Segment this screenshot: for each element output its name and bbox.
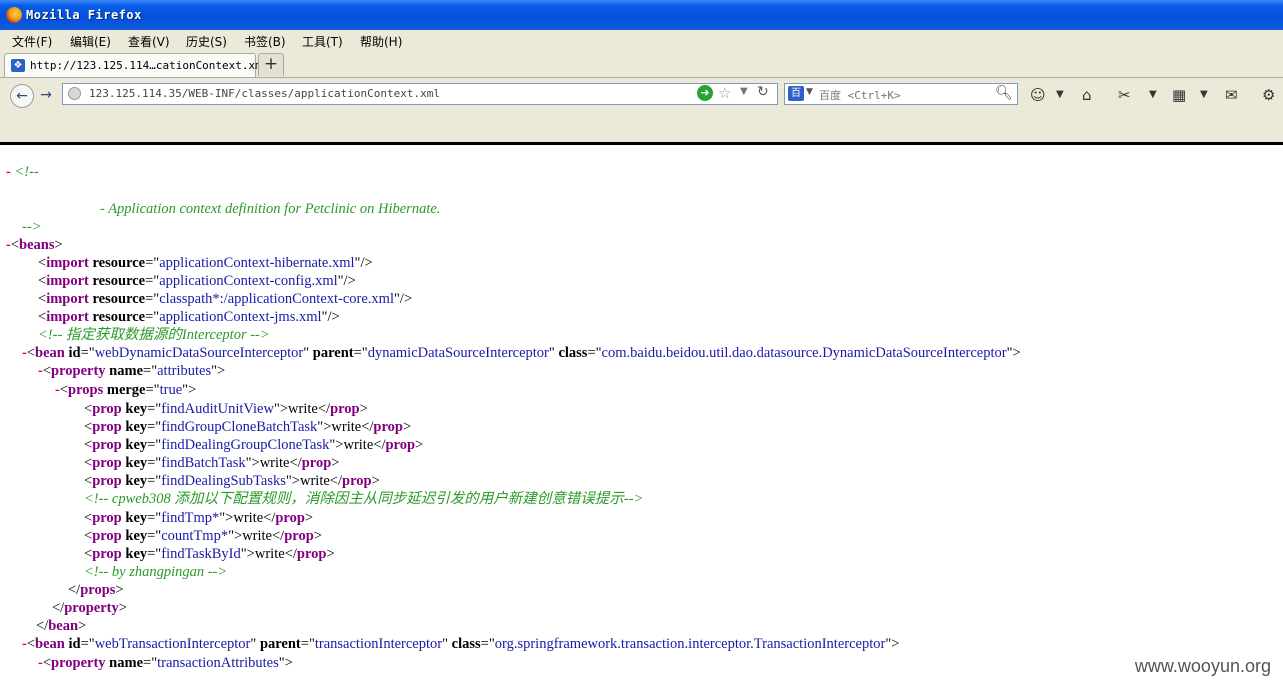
- xml-import-line: <import resource="applicationContext-con…: [38, 273, 356, 289]
- xml-property-open: -<property name="transactionAttributes">: [38, 655, 293, 671]
- xml-prop-line: <prop key="findAuditUnitView">write</pro…: [84, 401, 368, 417]
- menu-help[interactable]: 帮助(H): [360, 33, 402, 50]
- mail-icon[interactable]: ✉: [1225, 86, 1238, 104]
- xml-property-open: -<property name="attributes">: [38, 363, 226, 379]
- addon-dropdown-icon[interactable]: ▼: [1056, 89, 1064, 100]
- xml-prop-line: <prop key="findDealingGroupCloneTask">wr…: [84, 437, 424, 453]
- home-icon[interactable]: ⌂: [1082, 86, 1092, 104]
- xml-prop-line: <prop key="findGroupCloneBatchTask">writ…: [84, 419, 412, 435]
- collapse-toggle[interactable]: -: [6, 164, 11, 180]
- menu-bookmarks[interactable]: 书签(B): [244, 33, 286, 50]
- menu-tools[interactable]: 工具(T): [302, 33, 343, 50]
- reload-icon[interactable]: ↻: [757, 84, 769, 100]
- menu-bar: 文件(F) 编辑(E) 查看(V) 历史(S) 书签(B) 工具(T) 帮助(H…: [0, 30, 1283, 50]
- engine-dropdown-icon[interactable]: ▼: [806, 87, 813, 97]
- url-text: 123.125.114.35/WEB-INF/classes/applicati…: [89, 87, 440, 100]
- search-placeholder: 百度 <Ctrl+K>: [819, 89, 901, 102]
- extension-icon[interactable]: ⚙: [1262, 86, 1275, 104]
- search-icon[interactable]: 🔍︎: [995, 85, 1013, 101]
- xml-prop-line: <prop key="findTaskById">write</prop>: [84, 546, 335, 562]
- xml-bean-open: -<bean id="webDynamicDataSourceIntercept…: [22, 345, 1021, 361]
- screenshot-icon[interactable]: ✂: [1118, 86, 1131, 104]
- xml-comment-cpweb: <!-- cpweb308 添加以下配置规则，消除因主从同步延迟引发的用户新建创…: [84, 491, 644, 507]
- menu-edit[interactable]: 编辑(E): [70, 33, 111, 50]
- forward-button[interactable]: →: [35, 84, 57, 106]
- menu-history[interactable]: 历史(S): [186, 33, 227, 50]
- menu-file[interactable]: 文件(F): [12, 33, 52, 50]
- xml-comment-close: -->: [22, 219, 42, 235]
- tab-active[interactable]: ❖ http://123.125.114…cationContext.xml: [4, 53, 268, 77]
- apps-dropdown-icon[interactable]: ▼: [1200, 89, 1208, 100]
- xml-property-close: </property>: [52, 600, 127, 616]
- new-tab-button[interactable]: +: [258, 53, 284, 76]
- xml-comment-interceptor: <!-- 指定获取数据源的Interceptor -->: [38, 327, 270, 343]
- tab-label: http://123.125.114…cationContext.xml: [30, 59, 269, 72]
- xml-import-line: <import resource="applicationContext-jms…: [38, 309, 340, 325]
- addon-smiley-icon[interactable]: ☺: [1030, 86, 1046, 104]
- watermark: www.wooyun.org: [1134, 656, 1271, 676]
- xml-bean-open: -<bean id="webTransactionInterceptor" pa…: [22, 636, 900, 652]
- window-title: Mozilla Firefox: [26, 8, 142, 22]
- xml-comment-by: <!-- by zhangpingan -->: [84, 564, 228, 580]
- baidu-engine-icon[interactable]: 百: [788, 86, 804, 101]
- xml-props-close: </props>: [68, 582, 124, 598]
- xml-import-line: <import resource="applicationContext-hib…: [38, 255, 373, 271]
- screenshot-dropdown-icon[interactable]: ▼: [1149, 89, 1157, 100]
- xml-comment-open: - <!--: [6, 164, 39, 180]
- paw-favicon-icon: ❖: [11, 59, 25, 72]
- url-dropdown-icon[interactable]: ▼: [740, 86, 748, 97]
- tab-strip: ❖ http://123.125.114…cationContext.xml +: [0, 50, 1283, 78]
- go-arrow-icon[interactable]: ➜: [697, 85, 713, 101]
- navigation-toolbar: ← → 123.125.114.35/WEB-INF/classes/appli…: [0, 78, 1283, 114]
- xml-props-open: -<props merge="true">: [55, 382, 197, 398]
- bookmark-star-icon[interactable]: ☆: [718, 84, 731, 102]
- url-bar[interactable]: 123.125.114.35/WEB-INF/classes/applicati…: [62, 83, 778, 105]
- search-bar[interactable]: 百 ▼ 百度 <Ctrl+K> 🔍︎: [784, 83, 1018, 105]
- bookmarks-toolbar: [0, 114, 1283, 142]
- xml-viewer: - <!-- - Application context definition …: [0, 145, 1283, 680]
- xml-prop-line: <prop key="findDealingSubTasks">write</p…: [84, 473, 380, 489]
- firefox-logo-icon: [6, 7, 22, 23]
- apps-grid-icon[interactable]: ▦: [1172, 86, 1186, 104]
- back-button[interactable]: ←: [10, 84, 34, 108]
- title-bar: Mozilla Firefox: [0, 0, 1283, 30]
- xml-prop-line: <prop key="countTmp*">write</prop>: [84, 528, 322, 544]
- xml-prop-line: <prop key="findTmp*">write</prop>: [84, 510, 314, 526]
- xml-import-line: <import resource="classpath*:/applicatio…: [38, 291, 413, 307]
- xml-bean-close: </bean>: [36, 618, 87, 634]
- xml-comment-text: - Application context definition for Pet…: [100, 201, 441, 217]
- xml-beans-open: -<beans>: [6, 237, 63, 253]
- menu-view[interactable]: 查看(V): [128, 33, 170, 50]
- xml-prop-line: <prop key="findBatchTask">write</prop>: [84, 455, 340, 471]
- page-icon: [68, 87, 81, 100]
